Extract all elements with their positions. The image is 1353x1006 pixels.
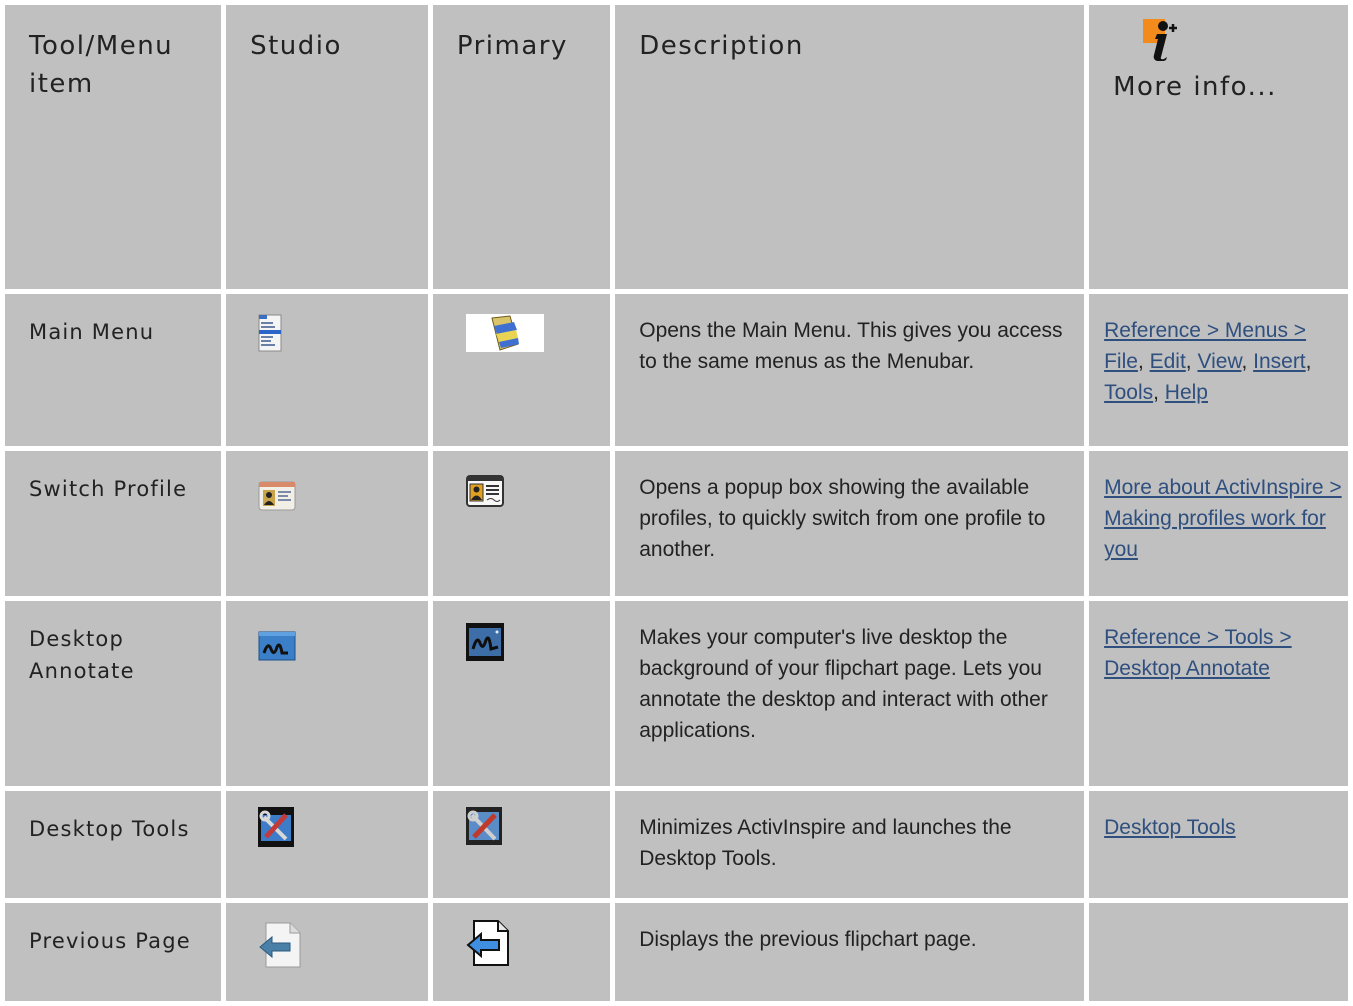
tool-name: Main Menu: [29, 320, 155, 344]
previous-page-arrow-icon[interactable]: [258, 921, 304, 969]
header-cell-studio: Studio: [226, 5, 428, 289]
link-view[interactable]: View: [1197, 350, 1241, 373]
header-cell-tool: Tool/Menu item: [5, 5, 222, 289]
more-info-links: Reference > Tools > Desktop Annotate: [1089, 601, 1348, 684]
tool-name: Previous Page: [29, 929, 191, 953]
tool-description: Opens a popup box showing the available …: [639, 476, 1046, 561]
info-plus-icon: [1113, 19, 1348, 68]
link-desktop-tools[interactable]: Desktop Tools: [1104, 816, 1236, 839]
more-info-links: Desktop Tools: [1089, 791, 1348, 843]
desktop-tools-wrench-icon[interactable]: [465, 807, 502, 845]
profile-card-icon[interactable]: [465, 475, 504, 507]
link-desktop-annotate[interactable]: Reference > Tools > Desktop Annotate: [1104, 626, 1292, 680]
link-separator: ,: [1153, 381, 1165, 404]
link-separator: ,: [1241, 350, 1254, 373]
more-info-empty: [1089, 903, 1348, 1001]
reference-table: Tool/Menu item Studio Primary Descriptio…: [0, 0, 1353, 1006]
link-making-profiles[interactable]: More about ActivInspire > Making profile…: [1104, 476, 1342, 561]
link-separator: ,: [1305, 350, 1312, 373]
header-more-info: More info...: [1113, 72, 1277, 102]
desktop-annotate-pen-icon[interactable]: [465, 623, 504, 661]
header-cell-description: Description: [615, 5, 1085, 289]
header-cell-primary: Primary: [432, 5, 611, 289]
link-tools[interactable]: Tools: [1104, 381, 1153, 404]
tool-description: Displays the previous flipchart page.: [639, 928, 977, 951]
header-tool: Tool/Menu item: [29, 31, 174, 99]
header-description: Description: [639, 31, 804, 61]
main-menu-list-icon[interactable]: [258, 314, 282, 352]
profile-card-icon[interactable]: [258, 481, 296, 511]
tool-description: Opens the Main Menu. This gives you acce…: [639, 319, 1063, 373]
desktop-annotate-pen-icon[interactable]: [258, 631, 296, 661]
tool-name: Switch Profile: [29, 477, 188, 501]
tool-name: Desktop Annotate: [29, 627, 135, 683]
table-row: Desktop Annotate Makes your computer's l…: [5, 601, 1348, 786]
header-row: Tool/Menu item Studio Primary Descriptio…: [5, 5, 1348, 289]
link-insert[interactable]: Insert: [1253, 350, 1306, 373]
table-row: Switch Profile Opens a popup box showing…: [5, 451, 1348, 596]
more-info-links: More about ActivInspire > Making profile…: [1089, 451, 1348, 565]
previous-page-arrow-icon[interactable]: [466, 919, 512, 967]
tool-description: Minimizes ActivInspire and launches the …: [639, 816, 1012, 870]
header-studio: Studio: [250, 31, 342, 61]
link-separator: ,: [1185, 350, 1198, 373]
header-cell-more-info: More info...: [1089, 5, 1348, 289]
header-primary: Primary: [456, 31, 568, 61]
link-edit[interactable]: Edit: [1150, 350, 1186, 373]
table-row: Previous Page Displays the previous flip…: [5, 903, 1348, 1001]
table-row: Desktop Tools Minimizes ActivInspire and…: [5, 791, 1348, 898]
desktop-tools-wrench-icon[interactable]: [258, 807, 295, 847]
more-info-links: Reference > Menus > File, Edit, View, In…: [1089, 294, 1348, 408]
link-help[interactable]: Help: [1165, 381, 1208, 404]
tool-description: Makes your computer's live desktop the b…: [639, 626, 1048, 742]
table-row: Main Menu Opens the Main Menu. This give…: [5, 294, 1348, 446]
link-separator: ,: [1137, 350, 1150, 373]
main-menu-folder-icon[interactable]: [465, 314, 544, 352]
tool-name: Desktop Tools: [29, 817, 190, 841]
